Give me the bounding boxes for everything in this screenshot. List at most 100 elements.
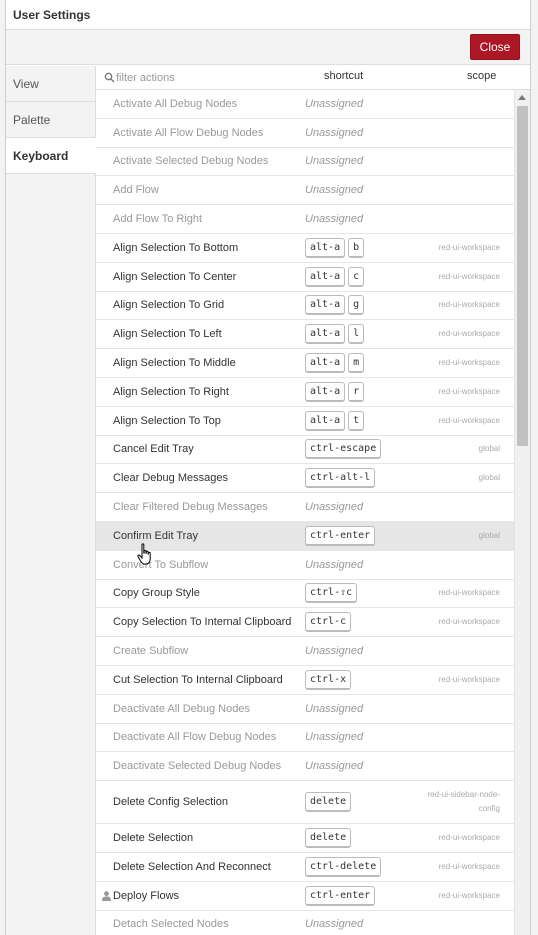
table-row[interactable]: Align Selection To Center alt-a c red-ui-wo…: [96, 263, 514, 292]
unassigned-label: Unassigned: [305, 558, 364, 571]
keyboard-panel: shortcut scope Activate All Debug Nodes U…: [96, 66, 530, 935]
shortcut-keys: alt-a m: [305, 353, 365, 374]
table-row[interactable]: Cancel Edit Tray ctrl-escape global: [96, 436, 514, 465]
table-row[interactable]: Align Selection To Left alt-a l red-ui-work…: [96, 320, 514, 350]
unassigned-label: Unassigned: [305, 702, 364, 715]
shortcut-keys: alt-a g: [305, 295, 365, 316]
scope-label: global: [478, 473, 500, 483]
table-row[interactable]: Copy Group Style ctrl-⇧c red-ui-workspace: [96, 580, 514, 609]
table-row[interactable]: Delete Selection delete red-ui-workspace: [96, 824, 514, 853]
scope-label: red-ui-workspace: [438, 617, 500, 627]
table-row[interactable]: Add Flow Unassigned: [96, 176, 514, 206]
table-row[interactable]: Detach Selected Nodes Unassigned: [96, 911, 514, 935]
action-name: Align Selection To Middle: [113, 357, 236, 370]
table-row[interactable]: Align Selection To Top alt-a t red-ui-works…: [96, 407, 514, 436]
column-header-shortcut[interactable]: shortcut: [324, 70, 363, 82]
action-name: Copy Group Style: [113, 587, 200, 600]
table-row[interactable]: Deactivate Selected Debug Nodes Unassigne…: [96, 752, 514, 782]
scrollbar-thumb[interactable]: [517, 106, 528, 446]
unassigned-label: Unassigned: [305, 731, 364, 744]
table-row[interactable]: Cut Selection To Internal Clipboard ctrl-…: [96, 666, 514, 695]
unassigned-label: Unassigned: [305, 126, 364, 139]
action-name: Convert To Subflow: [113, 558, 209, 571]
scope-label: red-ui-workspace: [438, 329, 500, 339]
keyboard-shortcut-list: Activate All Debug Nodes Unassigned Activa…: [96, 90, 514, 935]
table-row[interactable]: Delete Selection And Reconnect ctrl-delet…: [96, 853, 514, 882]
table-row[interactable]: Clear Debug Messages ctrl-alt-l global: [96, 464, 514, 494]
shortcut-keys: ctrl-⇧c: [305, 583, 358, 604]
shortcut-key: ctrl-enter: [305, 525, 376, 546]
action-name: Delete Config Selection: [113, 796, 228, 809]
unassigned-label: Unassigned: [305, 918, 364, 931]
table-row[interactable]: Create Subflow Unassigned: [96, 637, 514, 666]
scope-label: red-ui-workspace: [438, 588, 500, 598]
shortcut-key: m: [348, 353, 365, 374]
shortcut-keys: ctrl-x: [305, 669, 352, 690]
shortcut-key: alt-a: [305, 381, 346, 402]
scroll-up-arrow-icon[interactable]: [518, 95, 526, 100]
shortcut-keys: alt-a b: [305, 237, 365, 258]
scope-label: red-ui-workspace: [438, 674, 500, 684]
filter-actions-input[interactable]: [116, 69, 266, 87]
unassigned-label: Unassigned: [305, 155, 364, 168]
table-row[interactable]: Deactivate All Flow Debug Nodes Unassigne…: [96, 724, 514, 753]
action-name: Delete Selection: [113, 832, 194, 845]
action-name: Activate All Flow Debug Nodes: [113, 126, 264, 139]
shortcut-keys: delete: [305, 792, 352, 813]
table-row[interactable]: Activate All Flow Debug Nodes Unassigned: [96, 119, 514, 148]
tab-keyboard[interactable]: Keyboard: [6, 138, 96, 174]
search-icon: [104, 72, 115, 83]
table-row[interactable]: Clear Filtered Debug Messages Unassigned: [96, 493, 514, 522]
column-header-scope[interactable]: scope: [467, 70, 496, 82]
table-row[interactable]: Copy Selection To Internal Clipboard ctrl…: [96, 608, 514, 638]
action-name: Detach Selected Nodes: [113, 918, 229, 931]
shortcut-key: ctrl-delete: [305, 856, 382, 877]
unassigned-label: Unassigned: [305, 760, 364, 773]
action-name: Align Selection To Left: [113, 328, 222, 341]
shortcut-keys: delete: [305, 828, 352, 849]
tab-palette[interactable]: Palette: [6, 102, 95, 138]
unassigned-label: Unassigned: [305, 213, 364, 226]
table-row[interactable]: Align Selection To Grid alt-a g red-ui-work…: [96, 292, 514, 321]
close-button[interactable]: Close: [470, 34, 520, 60]
table-row[interactable]: Activate Selected Debug Nodes Unassigned: [96, 148, 514, 177]
shortcut-key: alt-a: [305, 295, 346, 316]
action-name: Add Flow To Right: [113, 213, 203, 226]
table-row[interactable]: Delete Config Selection delete red-ui-side…: [96, 781, 514, 825]
action-name: Deactivate All Debug Nodes: [113, 702, 250, 715]
shortcut-keys: ctrl-alt-l: [305, 468, 376, 489]
shortcut-key: alt-a: [305, 410, 346, 431]
shortcut-key: g: [348, 295, 365, 316]
scope-label: red-ui-workspace: [438, 300, 500, 310]
settings-tabs: View Palette Keyboard: [6, 66, 96, 935]
action-name: Create Subflow: [113, 645, 189, 658]
action-name: Align Selection To Bottom: [113, 241, 239, 254]
action-name: Cancel Edit Tray: [113, 443, 194, 456]
shortcut-key: delete: [305, 792, 352, 813]
table-row[interactable]: Confirm Edit Tray ctrl-enter global: [96, 521, 514, 551]
shortcut-key: l: [348, 324, 365, 345]
scope-label: red-ui-workspace: [438, 242, 500, 252]
table-row[interactable]: Convert To Subflow Unassigned: [96, 551, 514, 580]
table-row[interactable]: Activate All Debug Nodes Unassigned: [96, 90, 514, 119]
action-name: Deactivate Selected Debug Nodes: [113, 760, 282, 773]
dialog-buttonbar: Close: [6, 30, 530, 65]
tab-view[interactable]: View: [6, 66, 95, 102]
scrollbar[interactable]: [514, 90, 530, 935]
unassigned-label: Unassigned: [305, 501, 364, 514]
shortcut-keys: ctrl-enter: [305, 885, 376, 906]
action-name: Align Selection To Center: [113, 270, 237, 283]
shortcut-key: ctrl-⇧c: [305, 583, 358, 604]
scope-label: red-ui-sidebar-node-config: [427, 790, 500, 814]
shortcut-key: alt-a: [305, 324, 346, 345]
table-row[interactable]: Align Selection To Right alt-a r red-ui-wor…: [96, 378, 514, 407]
table-row[interactable]: Add Flow To Right Unassigned: [96, 205, 514, 234]
shortcut-keys: ctrl-delete: [305, 856, 382, 877]
table-row[interactable]: Align Selection To Bottom alt-a b red-ui-wo…: [96, 234, 514, 263]
table-row[interactable]: Deactivate All Debug Nodes Unassigned: [96, 695, 514, 724]
table-row[interactable]: Align Selection To Middle alt-a m red-ui-wo…: [96, 349, 514, 378]
table-row[interactable]: Deploy Flows ctrl-enter red-ui-workspace: [96, 882, 514, 911]
shortcut-keys: ctrl-enter: [305, 525, 376, 546]
scope-label: global: [478, 530, 500, 540]
action-name: Clear Filtered Debug Messages: [113, 501, 268, 514]
